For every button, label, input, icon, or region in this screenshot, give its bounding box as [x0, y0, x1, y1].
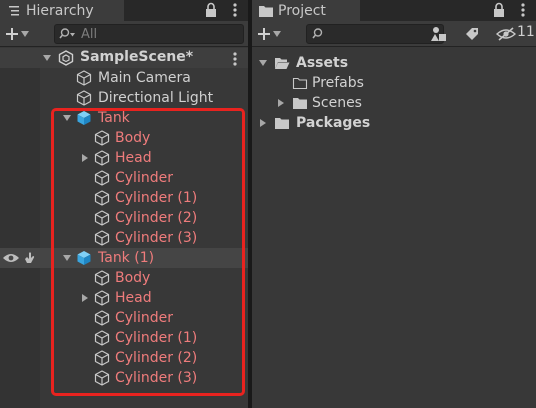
selection-highlight-box [51, 108, 245, 396]
create-button[interactable] [256, 23, 292, 45]
hierarchy-list-icon [9, 5, 19, 15]
item-label: Main Camera [98, 70, 191, 86]
eye-icon[interactable] [2, 252, 20, 264]
plus-icon [6, 28, 18, 40]
scene-menu-icon[interactable] [228, 51, 242, 67]
tree-item-prefabs[interactable]: Prefabs [292, 73, 364, 93]
expand-arrow-icon[interactable] [276, 98, 286, 108]
list-item-directional-light[interactable]: Directional Light [76, 88, 213, 108]
folder-open-icon [274, 56, 290, 70]
tab-project[interactable]: Project [252, 0, 360, 21]
item-label: Prefabs [312, 75, 364, 91]
scene-name: SampleScene* [80, 49, 194, 65]
hierarchy-tabbar: Hierarchy [0, 0, 248, 21]
tree-item-assets[interactable]: Assets [274, 53, 348, 73]
chevron-down-icon [272, 29, 282, 39]
project-search-input[interactable] [330, 26, 440, 42]
folder-icon [258, 3, 274, 19]
tab-hierarchy-label: Hierarchy [26, 2, 94, 19]
hidden-count: 11 [517, 24, 535, 40]
pickable-hand-icon[interactable] [22, 250, 38, 266]
more-options-icon[interactable] [516, 2, 530, 18]
hierarchy-search[interactable] [54, 24, 244, 44]
hierarchy-toolbar [0, 21, 248, 47]
hierarchy-panel: Hierarchy All SampleScene* Main Camera D… [0, 0, 248, 408]
item-label: Scenes [312, 95, 362, 111]
tab-project-label: Project [278, 2, 326, 19]
lock-icon[interactable] [492, 2, 506, 18]
gameobject-cube-icon [76, 90, 92, 106]
tab-hierarchy[interactable]: Hierarchy [0, 0, 124, 21]
tree-item-packages[interactable]: Packages [274, 113, 370, 133]
folder-empty-icon [292, 76, 308, 90]
item-label: Directional Light [98, 90, 214, 106]
expand-arrow-icon[interactable] [258, 118, 268, 128]
lock-icon[interactable] [204, 2, 218, 18]
chevron-down-icon [20, 29, 30, 39]
project-panel: Project 11 Assets Prefabs Scenes Package… [252, 0, 536, 408]
hierarchy-search-input[interactable] [81, 26, 231, 42]
gameobject-cube-icon [76, 70, 92, 86]
item-label: Packages [296, 115, 371, 131]
search-icon [59, 28, 75, 39]
more-options-icon[interactable] [228, 2, 242, 18]
project-search[interactable] [306, 24, 444, 44]
filter-by-type-icon[interactable] [430, 25, 448, 43]
folder-icon [292, 96, 308, 110]
unity-scene-icon [58, 50, 74, 66]
search-icon [312, 28, 323, 39]
folder-icon [274, 116, 290, 130]
expand-arrow-icon[interactable] [258, 58, 268, 68]
item-label: Assets [296, 55, 349, 71]
visibility-gutter [0, 68, 40, 408]
project-tabbar: Project [252, 0, 536, 21]
filter-by-label-icon[interactable] [464, 26, 480, 42]
plus-icon [258, 28, 270, 40]
tree-item-scenes[interactable]: Scenes [292, 93, 362, 113]
scene-header-row[interactable]: SampleScene* [0, 48, 248, 68]
create-button[interactable] [4, 23, 40, 45]
hidden-packages-icon[interactable] [496, 26, 516, 42]
list-item-main-camera[interactable]: Main Camera [76, 68, 191, 88]
expand-arrow-icon[interactable] [42, 53, 52, 63]
project-toolbar: 11 [252, 21, 536, 47]
